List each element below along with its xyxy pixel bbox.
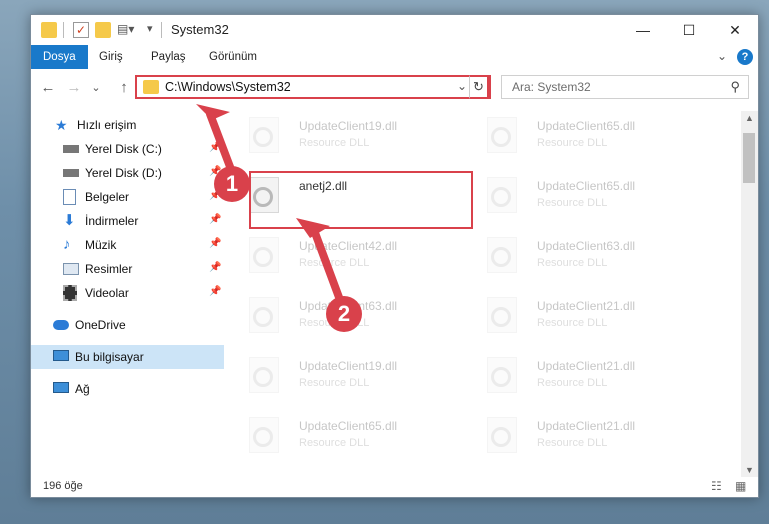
- arrow-shaft-2: [310, 226, 344, 304]
- step-badge-2: 2: [326, 296, 362, 332]
- arrow-shaft-1: [206, 110, 236, 176]
- step-badge-1: 1: [214, 166, 250, 202]
- annotation-arrows: [196, 104, 344, 304]
